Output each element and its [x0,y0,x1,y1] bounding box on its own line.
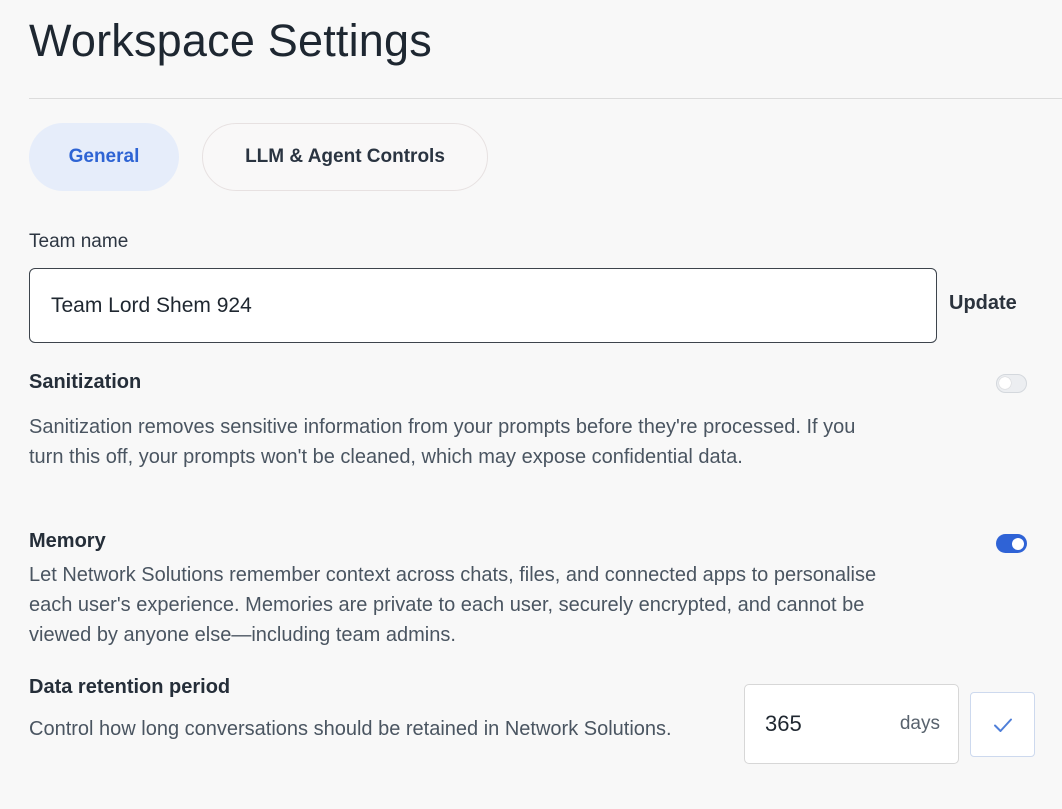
sanitization-toggle[interactable] [996,374,1027,393]
memory-title: Memory [29,530,106,552]
memory-description: Let Network Solutions remember context a… [29,564,877,646]
toggle-knob [999,377,1011,389]
workspace-settings-page: Workspace Settings General LLM & Agent C… [0,0,1062,809]
update-button[interactable]: Update [949,292,1017,315]
check-icon [993,718,1012,732]
retention-days-input[interactable] [763,710,847,738]
tab-llm-agent-controls[interactable]: LLM & Agent Controls [202,123,488,191]
header-divider [29,98,1062,99]
page-title: Workspace Settings [29,15,432,66]
sanitization-title: Sanitization [29,371,142,393]
team-name-field [29,268,937,343]
settings-tabs: General LLM & Agent Controls [29,123,488,191]
retention-title: Data retention period [29,676,231,698]
toggle-knob [1012,537,1024,550]
team-name-label: Team name [29,231,129,252]
retention-description: Control how long conversations should be… [29,718,672,740]
days-unit-label: days [899,713,940,734]
memory-toggle[interactable] [996,534,1027,553]
sanitization-description: Sanitization removes sensitive informati… [29,416,856,468]
team-name-input[interactable] [30,293,936,318]
retention-confirm-button[interactable] [970,692,1035,757]
tab-general[interactable]: General [29,123,179,191]
retention-days-field: days [744,684,959,764]
